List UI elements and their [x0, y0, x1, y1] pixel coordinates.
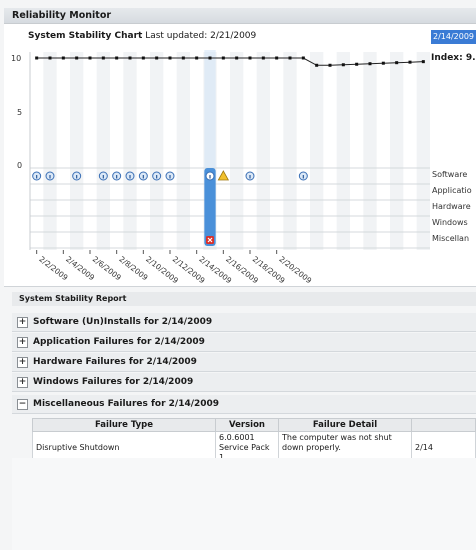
date-label: 2/4/2009 [64, 254, 96, 282]
section-label: Software (Un)Installs for 2/14/2009 [33, 317, 213, 327]
stability-index-point [195, 56, 199, 60]
warning-icon [217, 170, 230, 181]
selected-column-highlight [204, 50, 216, 168]
stability-index-point [248, 56, 252, 60]
column-shade [283, 52, 297, 250]
column-shade [70, 52, 84, 250]
section-application-failures[interactable]: + Application Failures for 2/14/2009 [12, 333, 476, 352]
stability-index-point [155, 56, 159, 60]
section-hardware-failures[interactable]: + Hardware Failures for 2/14/2009 [12, 353, 476, 372]
stability-index-point [355, 62, 359, 66]
stability-index-point [128, 56, 132, 60]
stability-index-point [75, 56, 79, 60]
stability-index-point [368, 62, 372, 66]
expand-icon[interactable]: + [17, 337, 28, 348]
stability-index-point [301, 56, 305, 60]
section-windows-failures[interactable]: + Windows Failures for 2/14/2009 [12, 373, 476, 392]
date-label: 2/2/2009 [37, 254, 69, 282]
stability-index-point [381, 61, 385, 65]
stability-index-point [208, 56, 212, 60]
date-label: 2/8/2009 [117, 254, 149, 282]
stability-index-point [101, 56, 105, 60]
column-shade [150, 52, 164, 250]
report-empty-area [12, 458, 476, 550]
expand-icon[interactable]: + [17, 357, 28, 368]
column-shade [390, 52, 404, 250]
date-label: 2/6/2009 [91, 254, 123, 282]
stability-index-point [221, 56, 225, 60]
stability-index-point [115, 56, 119, 60]
column-shade [230, 52, 244, 250]
column-shade [336, 52, 350, 250]
expand-icon[interactable]: + [17, 377, 28, 388]
stability-index-point [275, 56, 279, 60]
column-header-date[interactable] [411, 418, 476, 432]
stability-index-point [395, 61, 399, 65]
stability-index-point [88, 56, 92, 60]
column-shade [256, 52, 270, 250]
section-label: Hardware Failures for 2/14/2009 [33, 357, 197, 367]
stability-index-point [315, 63, 319, 67]
column-shade [96, 52, 110, 250]
stability-index-point [35, 56, 39, 60]
stability-index-point [61, 56, 65, 60]
section-miscellaneous-failures[interactable]: − Miscellaneous Failures for 2/14/2009 [12, 395, 476, 414]
section-label: Application Failures for 2/14/2009 [33, 337, 205, 347]
stability-index-point [288, 56, 292, 60]
stability-index-point [235, 56, 239, 60]
column-header-failure-type[interactable]: Failure Type [32, 418, 216, 432]
stability-chart[interactable]: 2/2/20092/4/20092/6/20092/8/20092/10/200… [0, 0, 476, 290]
stability-index-point [168, 56, 172, 60]
column-shade [416, 52, 430, 250]
column-shade [43, 52, 57, 250]
stability-index-point [341, 63, 345, 67]
expand-icon[interactable]: + [17, 317, 28, 328]
section-label: Windows Failures for 2/14/2009 [33, 377, 194, 387]
stability-index-point [181, 56, 185, 60]
column-shade [123, 52, 137, 250]
stability-index-point [48, 56, 52, 60]
column-shade [310, 52, 324, 250]
column-header-version[interactable]: Version [215, 418, 279, 432]
stability-index-point [421, 60, 425, 64]
section-label: Miscellaneous Failures for 2/14/2009 [33, 399, 220, 409]
column-shade [176, 52, 190, 250]
section-software-installs[interactable]: + Software (Un)Installs for 2/14/2009 [12, 313, 476, 332]
stability-index-point [261, 56, 265, 60]
stability-index-point [328, 63, 332, 67]
column-shade [363, 52, 377, 250]
report-header: System Stability Report [12, 292, 476, 306]
stability-index-point [408, 60, 412, 64]
stability-index-point [141, 56, 145, 60]
column-header-failure-detail[interactable]: Failure Detail [278, 418, 412, 432]
collapse-icon[interactable]: − [17, 399, 28, 410]
